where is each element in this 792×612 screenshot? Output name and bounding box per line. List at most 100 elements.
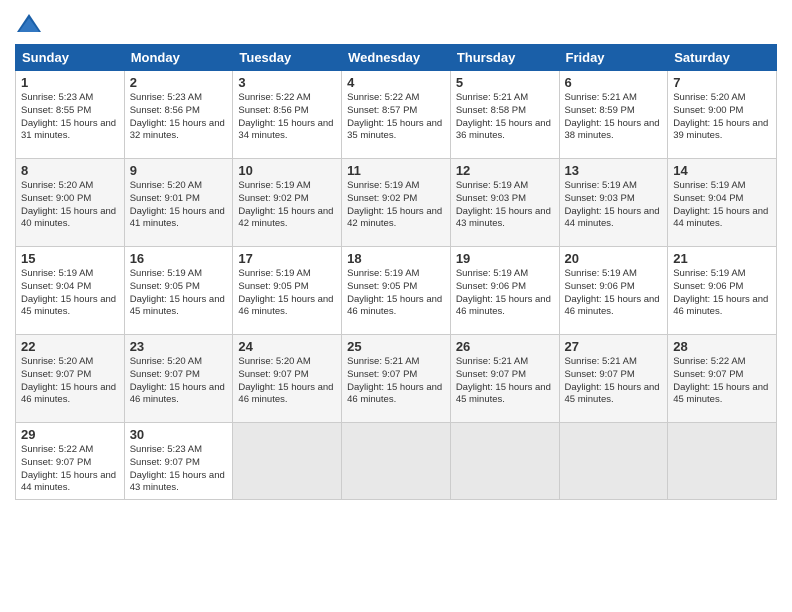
calendar-day-cell: 17 Sunrise: 5:19 AM Sunset: 9:05 PM Dayl… bbox=[233, 247, 342, 335]
calendar-day-cell: 24 Sunrise: 5:20 AM Sunset: 9:07 PM Dayl… bbox=[233, 335, 342, 423]
calendar-week-row: 29 Sunrise: 5:22 AM Sunset: 9:07 PM Dayl… bbox=[16, 423, 777, 500]
calendar-week-row: 8 Sunrise: 5:20 AM Sunset: 9:00 PM Dayli… bbox=[16, 159, 777, 247]
day-number: 12 bbox=[456, 163, 554, 178]
day-info: Sunrise: 5:19 AM Sunset: 9:06 PM Dayligh… bbox=[673, 268, 771, 319]
day-number: 26 bbox=[456, 339, 554, 354]
calendar-day-cell: 25 Sunrise: 5:21 AM Sunset: 9:07 PM Dayl… bbox=[342, 335, 451, 423]
day-number: 9 bbox=[130, 163, 228, 178]
calendar-day-cell bbox=[668, 423, 777, 500]
day-info: Sunrise: 5:21 AM Sunset: 9:07 PM Dayligh… bbox=[347, 356, 445, 407]
calendar-week-row: 22 Sunrise: 5:20 AM Sunset: 9:07 PM Dayl… bbox=[16, 335, 777, 423]
calendar-day-cell: 13 Sunrise: 5:19 AM Sunset: 9:03 PM Dayl… bbox=[559, 159, 668, 247]
day-number: 30 bbox=[130, 427, 228, 442]
day-number: 14 bbox=[673, 163, 771, 178]
day-number: 5 bbox=[456, 75, 554, 90]
calendar-day-cell: 30 Sunrise: 5:23 AM Sunset: 9:07 PM Dayl… bbox=[124, 423, 233, 500]
calendar-header-row: SundayMondayTuesdayWednesdayThursdayFrid… bbox=[16, 45, 777, 71]
calendar-day-cell: 5 Sunrise: 5:21 AM Sunset: 8:58 PM Dayli… bbox=[450, 71, 559, 159]
calendar-day-cell: 28 Sunrise: 5:22 AM Sunset: 9:07 PM Dayl… bbox=[668, 335, 777, 423]
calendar-day-cell: 19 Sunrise: 5:19 AM Sunset: 9:06 PM Dayl… bbox=[450, 247, 559, 335]
calendar-day-cell: 4 Sunrise: 5:22 AM Sunset: 8:57 PM Dayli… bbox=[342, 71, 451, 159]
day-info: Sunrise: 5:19 AM Sunset: 9:04 PM Dayligh… bbox=[673, 180, 771, 231]
day-number: 28 bbox=[673, 339, 771, 354]
day-number: 4 bbox=[347, 75, 445, 90]
day-info: Sunrise: 5:20 AM Sunset: 9:00 PM Dayligh… bbox=[21, 180, 119, 231]
day-info: Sunrise: 5:19 AM Sunset: 9:06 PM Dayligh… bbox=[456, 268, 554, 319]
day-number: 21 bbox=[673, 251, 771, 266]
day-info: Sunrise: 5:21 AM Sunset: 8:59 PM Dayligh… bbox=[565, 92, 663, 143]
calendar-week-row: 15 Sunrise: 5:19 AM Sunset: 9:04 PM Dayl… bbox=[16, 247, 777, 335]
day-number: 15 bbox=[21, 251, 119, 266]
day-number: 27 bbox=[565, 339, 663, 354]
day-info: Sunrise: 5:22 AM Sunset: 8:57 PM Dayligh… bbox=[347, 92, 445, 143]
day-number: 2 bbox=[130, 75, 228, 90]
day-info: Sunrise: 5:21 AM Sunset: 9:07 PM Dayligh… bbox=[456, 356, 554, 407]
calendar-day-header: Saturday bbox=[668, 45, 777, 71]
calendar-day-cell: 2 Sunrise: 5:23 AM Sunset: 8:56 PM Dayli… bbox=[124, 71, 233, 159]
calendar-day-header: Tuesday bbox=[233, 45, 342, 71]
calendar-day-cell: 11 Sunrise: 5:19 AM Sunset: 9:02 PM Dayl… bbox=[342, 159, 451, 247]
day-info: Sunrise: 5:19 AM Sunset: 9:03 PM Dayligh… bbox=[565, 180, 663, 231]
calendar-week-row: 1 Sunrise: 5:23 AM Sunset: 8:55 PM Dayli… bbox=[16, 71, 777, 159]
day-number: 13 bbox=[565, 163, 663, 178]
calendar-day-cell: 10 Sunrise: 5:19 AM Sunset: 9:02 PM Dayl… bbox=[233, 159, 342, 247]
day-info: Sunrise: 5:19 AM Sunset: 9:05 PM Dayligh… bbox=[130, 268, 228, 319]
day-number: 24 bbox=[238, 339, 336, 354]
day-number: 25 bbox=[347, 339, 445, 354]
day-info: Sunrise: 5:19 AM Sunset: 9:02 PM Dayligh… bbox=[347, 180, 445, 231]
calendar-day-header: Thursday bbox=[450, 45, 559, 71]
page-container: SundayMondayTuesdayWednesdayThursdayFrid… bbox=[0, 0, 792, 612]
calendar-day-cell: 29 Sunrise: 5:22 AM Sunset: 9:07 PM Dayl… bbox=[16, 423, 125, 500]
calendar-day-cell: 14 Sunrise: 5:19 AM Sunset: 9:04 PM Dayl… bbox=[668, 159, 777, 247]
calendar-day-cell: 27 Sunrise: 5:21 AM Sunset: 9:07 PM Dayl… bbox=[559, 335, 668, 423]
day-info: Sunrise: 5:20 AM Sunset: 9:07 PM Dayligh… bbox=[130, 356, 228, 407]
day-info: Sunrise: 5:20 AM Sunset: 9:00 PM Dayligh… bbox=[673, 92, 771, 143]
day-number: 19 bbox=[456, 251, 554, 266]
calendar-day-header: Sunday bbox=[16, 45, 125, 71]
day-number: 29 bbox=[21, 427, 119, 442]
day-number: 6 bbox=[565, 75, 663, 90]
day-number: 10 bbox=[238, 163, 336, 178]
day-info: Sunrise: 5:23 AM Sunset: 8:56 PM Dayligh… bbox=[130, 92, 228, 143]
calendar-table: SundayMondayTuesdayWednesdayThursdayFrid… bbox=[15, 44, 777, 500]
day-info: Sunrise: 5:19 AM Sunset: 9:05 PM Dayligh… bbox=[238, 268, 336, 319]
calendar-day-cell: 26 Sunrise: 5:21 AM Sunset: 9:07 PM Dayl… bbox=[450, 335, 559, 423]
calendar-day-cell: 12 Sunrise: 5:19 AM Sunset: 9:03 PM Dayl… bbox=[450, 159, 559, 247]
day-info: Sunrise: 5:21 AM Sunset: 9:07 PM Dayligh… bbox=[565, 356, 663, 407]
calendar-day-cell bbox=[559, 423, 668, 500]
day-number: 8 bbox=[21, 163, 119, 178]
calendar-day-cell bbox=[342, 423, 451, 500]
day-info: Sunrise: 5:22 AM Sunset: 9:07 PM Dayligh… bbox=[673, 356, 771, 407]
calendar-day-cell: 1 Sunrise: 5:23 AM Sunset: 8:55 PM Dayli… bbox=[16, 71, 125, 159]
logo-icon bbox=[15, 10, 43, 38]
day-number: 11 bbox=[347, 163, 445, 178]
page-header bbox=[15, 10, 777, 38]
day-number: 18 bbox=[347, 251, 445, 266]
calendar-day-cell: 18 Sunrise: 5:19 AM Sunset: 9:05 PM Dayl… bbox=[342, 247, 451, 335]
day-info: Sunrise: 5:23 AM Sunset: 8:55 PM Dayligh… bbox=[21, 92, 119, 143]
calendar-day-cell bbox=[233, 423, 342, 500]
day-number: 16 bbox=[130, 251, 228, 266]
calendar-day-cell: 15 Sunrise: 5:19 AM Sunset: 9:04 PM Dayl… bbox=[16, 247, 125, 335]
calendar-day-cell: 23 Sunrise: 5:20 AM Sunset: 9:07 PM Dayl… bbox=[124, 335, 233, 423]
calendar-day-header: Wednesday bbox=[342, 45, 451, 71]
day-number: 23 bbox=[130, 339, 228, 354]
day-info: Sunrise: 5:23 AM Sunset: 9:07 PM Dayligh… bbox=[130, 444, 228, 495]
calendar-day-cell: 7 Sunrise: 5:20 AM Sunset: 9:00 PM Dayli… bbox=[668, 71, 777, 159]
calendar-day-cell: 16 Sunrise: 5:19 AM Sunset: 9:05 PM Dayl… bbox=[124, 247, 233, 335]
day-info: Sunrise: 5:22 AM Sunset: 8:56 PM Dayligh… bbox=[238, 92, 336, 143]
day-number: 3 bbox=[238, 75, 336, 90]
day-number: 1 bbox=[21, 75, 119, 90]
calendar-day-header: Friday bbox=[559, 45, 668, 71]
day-info: Sunrise: 5:22 AM Sunset: 9:07 PM Dayligh… bbox=[21, 444, 119, 495]
calendar-day-header: Monday bbox=[124, 45, 233, 71]
calendar-day-cell: 9 Sunrise: 5:20 AM Sunset: 9:01 PM Dayli… bbox=[124, 159, 233, 247]
day-info: Sunrise: 5:19 AM Sunset: 9:06 PM Dayligh… bbox=[565, 268, 663, 319]
day-info: Sunrise: 5:20 AM Sunset: 9:07 PM Dayligh… bbox=[238, 356, 336, 407]
day-number: 20 bbox=[565, 251, 663, 266]
calendar-day-cell: 3 Sunrise: 5:22 AM Sunset: 8:56 PM Dayli… bbox=[233, 71, 342, 159]
day-info: Sunrise: 5:19 AM Sunset: 9:04 PM Dayligh… bbox=[21, 268, 119, 319]
calendar-day-cell: 20 Sunrise: 5:19 AM Sunset: 9:06 PM Dayl… bbox=[559, 247, 668, 335]
day-number: 22 bbox=[21, 339, 119, 354]
day-info: Sunrise: 5:20 AM Sunset: 9:07 PM Dayligh… bbox=[21, 356, 119, 407]
